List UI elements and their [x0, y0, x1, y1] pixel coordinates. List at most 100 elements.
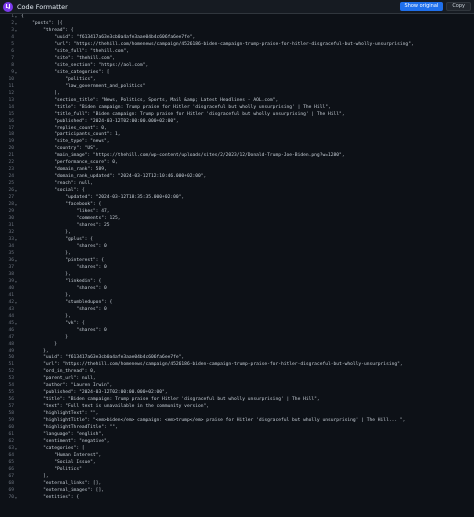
code-line: 42 ▾ "stumbledupon": {	[0, 300, 474, 307]
line-number: 64	[8, 453, 14, 459]
line-number: 43	[8, 306, 14, 312]
code-text: "law_government_and_politics"	[21, 83, 146, 89]
code-text: "site_section": "https://aol.com",	[21, 62, 149, 68]
code-line: 67 ],	[0, 474, 474, 481]
code-line: 41 },	[0, 293, 474, 300]
line-number: 46	[8, 327, 14, 333]
code-line: 69 "external_images": [],	[0, 488, 474, 495]
code-line: 45 ▾ "vk": {	[0, 321, 474, 328]
code-text: "entities": {	[21, 494, 80, 500]
line-number: 69	[8, 487, 14, 493]
code-editor[interactable]: 1 ▾{2 ▾ "posts": [{3 ▾ "thread": {4 "uuid":…	[0, 14, 474, 517]
code-text: "site_full": "thehill.com",	[21, 48, 129, 54]
line-number: 41	[8, 292, 14, 298]
code-text: "thread": {	[21, 27, 74, 33]
code-text: {	[21, 14, 24, 19]
code-text: "shares": 0	[21, 327, 107, 333]
code-line: 36 ▾ "pinterest": {	[0, 258, 474, 265]
code-line: 12 ],	[0, 91, 474, 98]
code-text: "title_full": "Biden campaign: Trump pra…	[21, 111, 345, 117]
code-text: "shares": 0	[21, 264, 107, 270]
show-original-button[interactable]: Show original	[399, 2, 444, 11]
code-line: 14 "title": "Biden campaign: Trump prais…	[0, 105, 474, 112]
code-text: "site": "thehill.com",	[21, 55, 116, 61]
code-text: "gplus": {	[21, 237, 93, 242]
code-text: "shares": 0	[21, 243, 107, 249]
code-text: "Human Interest",	[21, 453, 102, 459]
code-text: "section_title": "News, Politics, Sports…	[21, 97, 279, 103]
code-line: 5 "url": "https://thehill.com/homenews/c…	[0, 42, 474, 49]
line-number: 38	[8, 271, 14, 277]
code-line: 8 "site_section": "https://aol.com",	[0, 63, 474, 70]
code-text: "vk": {	[21, 320, 85, 326]
code-text: },	[21, 250, 71, 256]
line-number: 11	[8, 83, 14, 89]
code-line: 9 ▾ "site_categories": [	[0, 70, 474, 77]
code-line: 70 ▾ "entities": {	[0, 495, 474, 502]
line-number: 67	[8, 473, 14, 479]
line-number: 33	[8, 237, 14, 242]
code-line: 37 "shares": 0	[0, 265, 474, 272]
code-line: 46 "shares": 0	[0, 328, 474, 335]
code-line: 2 ▾ "posts": [{	[0, 21, 474, 28]
code-text: "external_links": [],	[21, 480, 102, 486]
code-text: "posts": [{	[21, 20, 63, 26]
code-text: "linkedin": {	[21, 278, 102, 284]
code-text: "site_categories": [	[21, 69, 110, 75]
line-number: 35	[8, 250, 14, 256]
code-line: 38 },	[0, 272, 474, 279]
line-number: 44	[8, 313, 14, 319]
code-line: 35 },	[0, 251, 474, 258]
code-text: "url": "https://thehill.com/homenews/cam…	[21, 41, 414, 47]
code-text: "shares": 0	[21, 285, 107, 291]
line-number: 12	[8, 90, 14, 96]
line-number: 9	[11, 69, 14, 75]
code-line: 3 ▾ "thread": {	[0, 28, 474, 35]
code-line: 7 "site": "thehill.com",	[0, 56, 474, 63]
code-line: 65 "Social Issue",	[0, 460, 474, 467]
line-number: 65	[8, 460, 14, 465]
app-logo: LJ	[3, 1, 13, 12]
line-number: 39	[8, 278, 14, 284]
code-line: 13 "section_title": "News, Politics, Spo…	[0, 98, 474, 105]
code-line: 63 ▾ "categories": [	[0, 446, 474, 453]
code-line: 31 "shares": 25	[0, 223, 474, 230]
code-line: 32 },	[0, 230, 474, 237]
line-number: 10	[8, 76, 14, 82]
code-line: 44 },	[0, 314, 474, 321]
line-number: 3	[11, 27, 14, 33]
code-text: },	[21, 230, 71, 236]
code-text: "Politics"	[21, 466, 82, 472]
code-text: "pinterest": {	[21, 257, 104, 263]
copy-button[interactable]: Copy	[446, 2, 471, 11]
line-number: 32	[8, 230, 14, 236]
code-line: 16 "published": "2024-03-12T02:00:00.000…	[0, 119, 474, 126]
code-text: "shares": 25	[21, 223, 110, 229]
code-line: 39 ▾ "linkedin": {	[0, 279, 474, 286]
line-number: 37	[8, 264, 14, 270]
code-line: 64 "Human Interest",	[0, 453, 474, 460]
code-text: "politics",	[21, 76, 96, 82]
code-text: "external_images": [],	[21, 487, 104, 493]
code-line: 15 "title_full": "Biden campaign: Trump …	[0, 112, 474, 119]
line-number: 16	[8, 118, 14, 124]
line-number: 31	[8, 223, 14, 229]
line-number: 13	[8, 97, 14, 103]
code-text: "uuid": "f613417a63e3cb0a4afe3aae04b4c60…	[21, 34, 196, 40]
code-text: "shares": 0	[21, 306, 107, 312]
code-text: }	[21, 334, 69, 340]
line-number: 47	[8, 334, 14, 340]
code-text: ],	[21, 90, 60, 96]
code-line: 33 ▾ "gplus": {	[0, 237, 474, 244]
line-number: 4	[11, 34, 14, 40]
code-text: },	[21, 292, 71, 298]
code-line: 43 "shares": 0	[0, 307, 474, 314]
line-number: 8	[11, 62, 14, 68]
line-number: 14	[8, 104, 14, 110]
code-line: 11 "law_government_and_politics"	[0, 84, 474, 91]
line-number: 7	[11, 55, 14, 61]
code-line: 6 "site_full": "thehill.com",	[0, 49, 474, 56]
line-number: 40	[8, 285, 14, 291]
code-line: 4 "uuid": "f613417a63e3cb0a4afe3aae04b4c…	[0, 35, 474, 42]
code-text: "Social Issue",	[21, 460, 96, 465]
